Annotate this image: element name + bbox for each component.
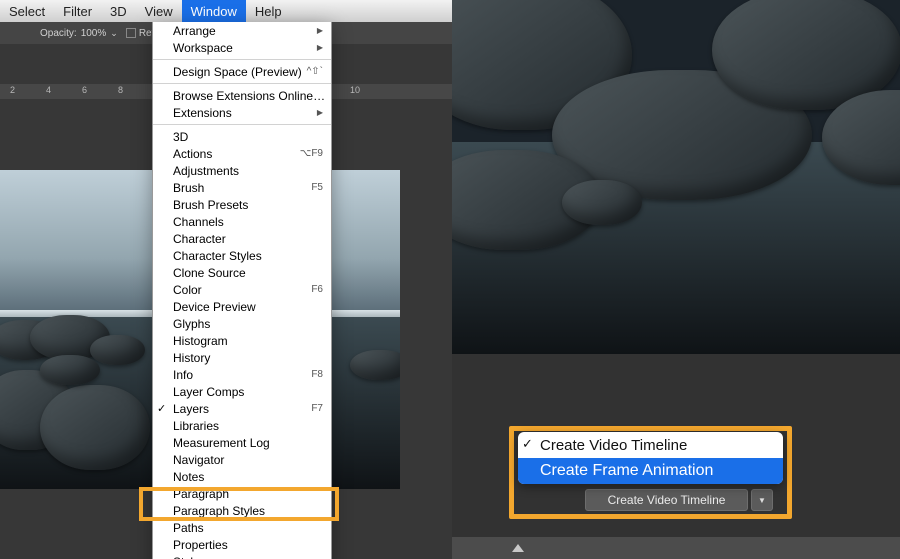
menu-item-navigator[interactable]: Navigator xyxy=(153,451,331,468)
window-menu-dropdown: Arrange Workspace Design Space (Preview)… xyxy=(152,22,332,559)
menu-item-extensions[interactable]: Extensions xyxy=(153,104,331,121)
option-create-video-timeline[interactable]: ✓ Create Video Timeline xyxy=(518,432,783,458)
opacity-label: Opacity: xyxy=(40,28,77,39)
menu-item-measurement-log[interactable]: Measurement Log xyxy=(153,434,331,451)
menu-item-character-styles[interactable]: Character Styles xyxy=(153,247,331,264)
menubar: Select Filter 3D View Window Help xyxy=(0,0,452,22)
left-app-panel: Select Filter 3D View Window Help Opacit… xyxy=(0,0,452,559)
menu-view[interactable]: View xyxy=(136,0,182,22)
menu-3d[interactable]: 3D xyxy=(101,0,136,22)
menu-item-brush[interactable]: BrushF5 xyxy=(153,179,331,196)
menu-filter[interactable]: Filter xyxy=(54,0,101,22)
menu-help[interactable]: Help xyxy=(246,0,291,22)
right-app-panel: ✓ Create Video Timeline Create Frame Ani… xyxy=(452,0,900,559)
menu-item-workspace[interactable]: Workspace xyxy=(153,39,331,56)
menu-item-device-preview[interactable]: Device Preview xyxy=(153,298,331,315)
menu-item-libraries[interactable]: Libraries xyxy=(153,417,331,434)
menu-item-channels[interactable]: Channels xyxy=(153,213,331,230)
menu-item-color[interactable]: ColorF6 xyxy=(153,281,331,298)
menu-window[interactable]: Window xyxy=(182,0,246,22)
document-canvas[interactable] xyxy=(452,0,900,354)
menu-select[interactable]: Select xyxy=(0,0,54,22)
menu-item-paths[interactable]: Paths xyxy=(153,519,331,536)
menu-item-adjustments[interactable]: Adjustments xyxy=(153,162,331,179)
reverse-checkbox[interactable] xyxy=(126,28,136,38)
triangle-up-icon[interactable] xyxy=(512,544,524,552)
menu-item-layer-comps[interactable]: Layer Comps xyxy=(153,383,331,400)
menu-item-3d[interactable]: 3D xyxy=(153,128,331,145)
menu-item-glyphs[interactable]: Glyphs xyxy=(153,315,331,332)
chevron-down-icon[interactable]: ⌄ xyxy=(110,28,118,39)
menu-item-design-space[interactable]: Design Space (Preview) ^⇧` xyxy=(153,63,331,80)
menu-item-clone-source[interactable]: Clone Source xyxy=(153,264,331,281)
menu-item-layers[interactable]: ✓LayersF7 xyxy=(153,400,331,417)
menu-item-notes[interactable]: Notes xyxy=(153,468,331,485)
opacity-value[interactable]: 100% xyxy=(81,28,107,39)
create-video-timeline-button[interactable]: Create Video Timeline xyxy=(585,489,748,511)
menu-item-info[interactable]: InfoF8 xyxy=(153,366,331,383)
menu-item-paragraph[interactable]: Paragraph xyxy=(153,485,331,502)
menu-item-histogram[interactable]: Histogram xyxy=(153,332,331,349)
create-timeline-dropdown-arrow[interactable]: ▼ xyxy=(751,489,773,511)
timeline-bottom-bar xyxy=(452,537,900,559)
menu-item-properties[interactable]: Properties xyxy=(153,536,331,553)
menu-item-actions[interactable]: Actions⌥F9 xyxy=(153,145,331,162)
menu-item-brush-presets[interactable]: Brush Presets xyxy=(153,196,331,213)
menu-item-browse-extensions[interactable]: Browse Extensions Online… xyxy=(153,87,331,104)
check-icon: ✓ xyxy=(157,402,166,415)
menu-item-paragraph-styles[interactable]: Paragraph Styles xyxy=(153,502,331,519)
timeline-panel: ✓ Create Video Timeline Create Frame Ani… xyxy=(452,354,900,559)
menu-item-history[interactable]: History xyxy=(153,349,331,366)
menu-item-styles[interactable]: Styles xyxy=(153,553,331,559)
menu-item-character[interactable]: Character xyxy=(153,230,331,247)
option-create-frame-animation[interactable]: Create Frame Animation xyxy=(518,458,783,484)
timeline-mode-popover: ✓ Create Video Timeline Create Frame Ani… xyxy=(518,432,783,484)
check-icon: ✓ xyxy=(522,436,533,452)
menu-item-arrange[interactable]: Arrange xyxy=(153,22,331,39)
